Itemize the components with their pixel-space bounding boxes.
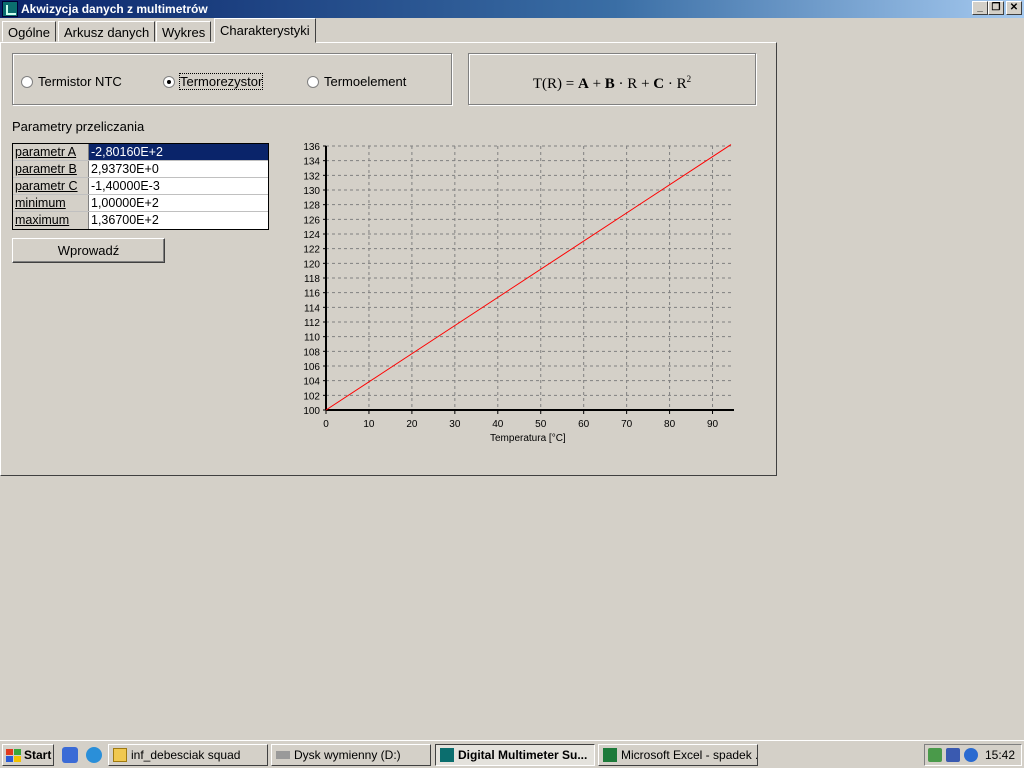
x-tick-label: 10 (363, 419, 375, 430)
window-title: Akwizycja danych z multimetrów (21, 2, 208, 16)
tab-arkusz-danych[interactable]: Arkusz danych (58, 21, 156, 42)
drive-icon (276, 751, 290, 759)
y-tick-label: 112 (304, 318, 320, 329)
x-tick-label: 60 (578, 419, 590, 430)
y-tick-label: 108 (303, 347, 320, 358)
y-tick-label: 120 (303, 259, 320, 270)
folder-icon (113, 748, 127, 762)
y-tick-label: 116 (304, 289, 320, 300)
app-icon (440, 748, 454, 762)
task-folder[interactable]: inf_debesciak squad (108, 744, 268, 766)
x-axis-label: Temperatura [°C] (490, 433, 566, 444)
x-tick-label: 90 (707, 419, 719, 430)
tab-wykres[interactable]: Wykres (156, 21, 212, 42)
y-tick-label: 118 (304, 274, 320, 285)
y-tick-label: 130 (303, 186, 320, 197)
safely-remove-icon[interactable] (946, 748, 960, 762)
table-row[interactable]: parametr B 2,93730E+0 (13, 161, 268, 178)
y-tick-label: 102 (303, 391, 320, 402)
radio-termistor-ntc[interactable]: Termistor NTC (21, 74, 122, 89)
sensor-type-group: Termistor NTC Termorezystor Termoelement (12, 53, 452, 105)
radio-icon (307, 75, 319, 88)
start-button[interactable]: Start (2, 744, 54, 766)
params-label: Parametry przeliczania (12, 119, 145, 134)
param-value-cell[interactable]: 2,93730E+0 (89, 161, 268, 177)
app-icon[interactable] (2, 1, 18, 17)
restore-button[interactable]: ❐ (988, 1, 1004, 15)
radio-selected-icon (163, 75, 175, 88)
radio-termorezystor[interactable]: Termorezystor (163, 73, 264, 90)
table-row[interactable]: maximum 1,36700E+2 (13, 212, 268, 229)
tab-charakterystyki[interactable]: Charakterystyki (214, 18, 316, 43)
task-digital-multimeter[interactable]: Digital Multimeter Su... (435, 744, 595, 766)
x-tick-label: 0 (323, 419, 329, 430)
series-line (325, 144, 732, 411)
x-tick-label: 40 (492, 419, 504, 430)
radio-icon (21, 75, 33, 88)
task-removable-drive[interactable]: Dysk wymienny (D:) (271, 744, 431, 766)
param-name: maximum (13, 212, 89, 229)
table-row[interactable]: parametr C -1,40000E-3 (13, 178, 268, 195)
y-tick-label: 100 (303, 406, 320, 417)
table-row[interactable]: minimum 1,00000E+2 (13, 195, 268, 212)
close-button[interactable]: ✕ (1006, 1, 1022, 15)
param-name: minimum (13, 195, 89, 211)
params-grid: parametr A -2,80160E+2 parametr B 2,9373… (12, 143, 269, 230)
y-tick-label: 126 (303, 215, 320, 226)
param-value-cell[interactable]: -1,40000E-3 (89, 178, 268, 194)
x-tick-label: 50 (535, 419, 547, 430)
param-name: parametr C (13, 178, 89, 194)
y-tick-label: 104 (303, 377, 320, 388)
network-icon[interactable] (928, 748, 942, 762)
radio-termoelement[interactable]: Termoelement (307, 74, 406, 89)
desktop-quicklaunch-icon[interactable] (62, 747, 78, 763)
y-tick-label: 114 (304, 303, 320, 314)
param-name: parametr A (13, 144, 89, 160)
title-bar: Akwizycja danych z multimetrów _ ❐ ✕ (0, 0, 1024, 18)
task-excel[interactable]: Microsoft Excel - spadek ... (598, 744, 758, 766)
param-name: parametr B (13, 161, 89, 177)
y-tick-label: 134 (303, 157, 320, 168)
y-tick-label: 136 (303, 142, 320, 153)
minimize-button[interactable]: _ (972, 1, 988, 15)
param-value-cell[interactable]: 1,36700E+2 (89, 212, 268, 229)
y-tick-label: 122 (303, 245, 320, 256)
update-icon[interactable] (964, 748, 978, 762)
system-tray: 15:42 (924, 744, 1022, 766)
x-tick-label: 20 (406, 419, 418, 430)
windows-logo-icon (6, 748, 21, 762)
param-value-cell[interactable]: 1,00000E+2 (89, 195, 268, 211)
table-row[interactable]: parametr A -2,80160E+2 (13, 144, 268, 161)
apply-button[interactable]: Wprowadź (12, 238, 165, 263)
x-tick-label: 30 (449, 419, 461, 430)
param-value-cell[interactable]: -2,80160E+2 (89, 144, 268, 160)
x-tick-label: 70 (621, 419, 633, 430)
y-tick-label: 124 (303, 230, 320, 241)
y-tick-label: 110 (304, 333, 320, 344)
taskbar: Start inf_debesciak squad Dysk wymienny … (0, 740, 1024, 768)
characteristic-chart: 1001021041061081101121141161181201221241… (303, 142, 734, 444)
y-tick-label: 106 (303, 362, 320, 373)
y-tick-label: 132 (303, 171, 320, 182)
clock: 15:42 (984, 748, 1015, 762)
tab-ogolne[interactable]: Ogólne (2, 21, 56, 42)
x-tick-label: 80 (664, 419, 676, 430)
internet-explorer-icon[interactable] (86, 747, 102, 763)
excel-icon (603, 748, 617, 762)
formula-box: T(R) = A + B · R + C · R2 (468, 53, 756, 105)
y-tick-label: 128 (303, 201, 320, 212)
